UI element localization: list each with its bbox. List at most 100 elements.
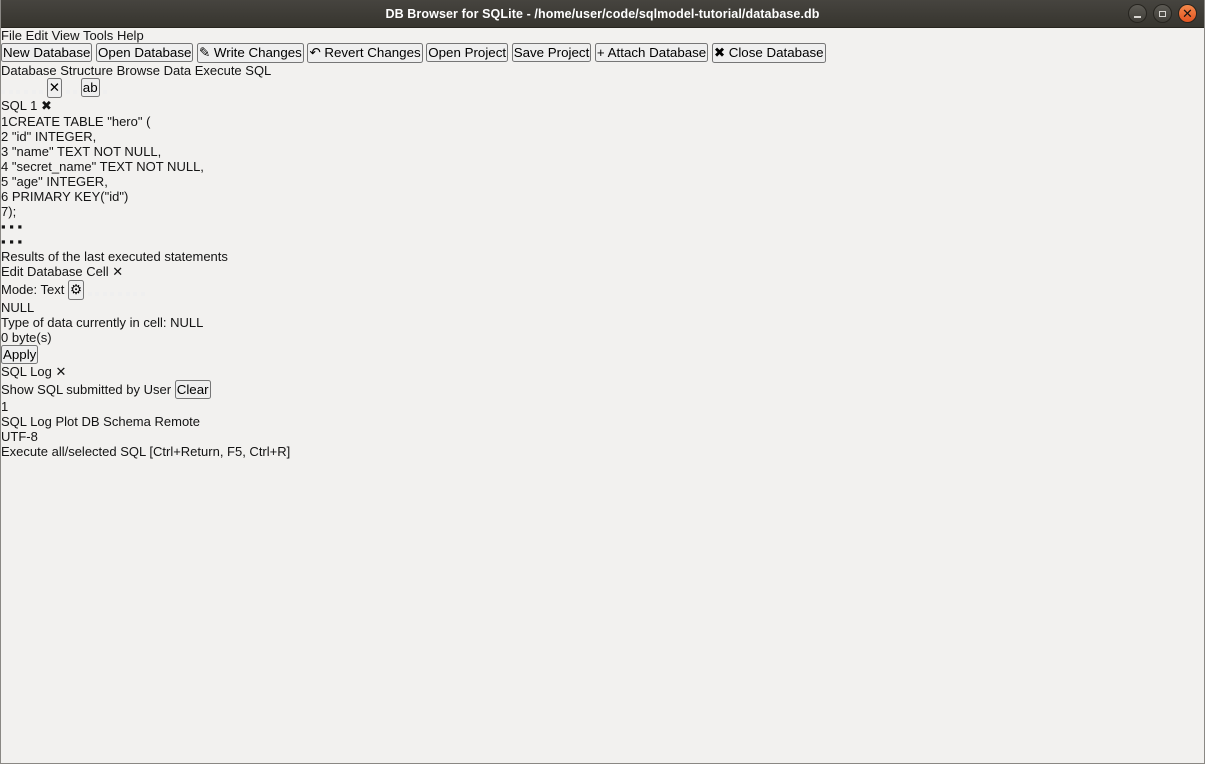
word-wrap-button[interactable]: [95, 292, 100, 296]
tooltip: Execute all/selected SQL [Ctrl+Return, F…: [1, 444, 1204, 459]
dock-tab-db-schema[interactable]: DB Schema: [82, 414, 151, 429]
menu-file[interactable]: File: [1, 28, 22, 43]
save-sql-file-button[interactable]: [16, 90, 21, 94]
execution-messages[interactable]: Results of the last executed statements: [1, 249, 1204, 264]
edit-cell-title: Edit Database Cell: [1, 264, 109, 279]
copy-button[interactable]: [102, 292, 107, 296]
menu-tools[interactable]: Tools: [83, 28, 113, 43]
execute-sql-panel: ✕ ab SQL 1 ✖ 1CREATE TABLE "hero" (2 "i…: [1, 78, 1204, 264]
show-sql-label: Show SQL submitted by: [1, 382, 140, 397]
new-database-button[interactable]: New Database: [1, 43, 93, 62]
dock-close-icon[interactable]: ✕: [112, 264, 123, 279]
sql-log-controls: Show SQL submitted by User Clear: [1, 380, 1204, 399]
execute-current-line-button[interactable]: [39, 90, 44, 94]
find-replace-button[interactable]: ab: [80, 78, 100, 97]
close-database-icon: ✖: [713, 45, 726, 60]
dock-tab-sql-log[interactable]: SQL Log: [1, 414, 52, 429]
sql-editor-line[interactable]: 3 "name" TEXT NOT NULL,: [1, 144, 1204, 159]
sql-editor-line[interactable]: 7);: [1, 204, 1204, 219]
tab-browse-data[interactable]: Browse Data: [117, 63, 191, 78]
cell-editor[interactable]: NULL: [1, 300, 1204, 315]
print-cell-button[interactable]: [140, 292, 145, 296]
maximize-icon: [1159, 10, 1166, 17]
open-sql-new-tab-button[interactable]: [1, 90, 5, 94]
gear-icon: ⚙: [70, 282, 82, 297]
sql-log-view[interactable]: 1: [1, 399, 1204, 414]
dock-close-icon[interactable]: ✕: [55, 364, 66, 379]
dock-tab-plot[interactable]: Plot: [55, 414, 77, 429]
log-filter-select[interactable]: User: [144, 382, 175, 397]
sql-code: "id" INTEGER,: [11, 129, 97, 144]
edit-cell-icon-group: [87, 282, 145, 297]
sql-editor-line[interactable]: 2 "id" INTEGER,: [1, 129, 1204, 144]
menu-help[interactable]: Help: [117, 28, 144, 43]
save-project-label: Save Project: [513, 45, 590, 60]
close-sql-tab-icon[interactable]: ✖: [41, 98, 52, 113]
open-project-label: Open Project: [428, 45, 507, 60]
set-null-button[interactable]: [133, 292, 138, 296]
menu-view[interactable]: View: [52, 28, 80, 43]
splitter-handle[interactable]: ▪ ▪ ▪: [1, 219, 1204, 234]
tab-database-structure[interactable]: Database Structure: [1, 63, 113, 78]
sql-tab-1[interactable]: SQL 1 ✖: [1, 98, 1204, 114]
write-changes-label: Write Changes: [213, 45, 302, 60]
stop-execution-button[interactable]: ✕: [46, 78, 62, 98]
sql-tab-label: SQL 1: [1, 98, 38, 113]
tab-execute-sql[interactable]: Execute SQL: [195, 63, 272, 78]
sql-code: "name" TEXT NOT NULL,: [11, 144, 162, 159]
text-mode-button[interactable]: [87, 292, 92, 296]
import-cell-button[interactable]: [118, 292, 123, 296]
dock-tabbar: SQL Log Plot DB Schema Remote: [1, 414, 1204, 429]
paste-button[interactable]: [110, 292, 115, 296]
new-database-label: New Database: [3, 45, 91, 60]
results-placeholder-text: Results of the last executed statements: [1, 249, 228, 264]
format-sql-button[interactable]: [103, 90, 108, 94]
mode-value: Text: [40, 282, 65, 297]
sql-editor-line[interactable]: 4 "secret_name" TEXT NOT NULL,: [1, 159, 1204, 174]
sql-editor-line[interactable]: 6 PRIMARY KEY("id"): [1, 189, 1204, 204]
cell-type-info: Type of data currently in cell: NULL: [1, 315, 204, 330]
close-button[interactable]: ✕: [1178, 4, 1197, 23]
dock-tab-remote[interactable]: Remote: [155, 414, 201, 429]
open-project-button[interactable]: Open Project: [426, 43, 509, 62]
sql-editor-lines: 1CREATE TABLE "hero" (2 "id" INTEGER, 3 "…: [1, 114, 1204, 219]
revert-changes-button[interactable]: ↶ Revert Changes: [307, 43, 423, 63]
apply-button[interactable]: Apply: [1, 345, 39, 364]
minimize-button[interactable]: [1128, 4, 1147, 23]
right-pane: Edit Database Cell ✕ Mode: Text ⚙ NULL T…: [1, 264, 1204, 429]
sql-code: PRIMARY KEY("id"): [11, 189, 129, 204]
mode-label: Mode:: [1, 282, 38, 297]
maximize-button[interactable]: [1153, 4, 1172, 23]
save-results-button[interactable]: [65, 90, 70, 94]
sql-editor-line[interactable]: 1CREATE TABLE "hero" (: [1, 114, 1204, 129]
attach-database-button[interactable]: + Attach Database: [594, 43, 709, 62]
print-sql-button[interactable]: [23, 90, 28, 94]
splitter-handle[interactable]: ▪ ▪ ▪: [1, 234, 1204, 249]
sql-editor[interactable]: 1CREATE TABLE "hero" (2 "id" INTEGER, 3 "…: [1, 114, 1204, 219]
auto-format-button[interactable]: ⚙: [68, 280, 84, 300]
sql-log-dock-header: SQL Log ✕: [1, 364, 1204, 380]
sql-code: "secret_name" TEXT NOT NULL,: [11, 159, 204, 174]
export-cell-button[interactable]: [125, 292, 130, 296]
encoding-indicator[interactable]: UTF-8: [1, 429, 38, 444]
titlebar[interactable]: DB Browser for SQLite - /home/user/code/…: [1, 0, 1204, 28]
write-changes-button[interactable]: ✎ Write Changes: [197, 43, 304, 63]
execute-all-button[interactable]: [31, 90, 36, 94]
close-database-button[interactable]: ✖ Close Database: [711, 43, 826, 63]
statusbar: UTF-8: [1, 429, 1204, 444]
main-area: Database Structure Browse Data Execute S…: [1, 63, 1204, 429]
sql-log-gutter: 1: [1, 399, 1204, 414]
clear-log-button[interactable]: Clear: [174, 380, 211, 399]
menubar: File Edit View Tools Help: [1, 28, 1204, 43]
menu-edit[interactable]: Edit: [26, 28, 48, 43]
sql-editor-line[interactable]: 5 "age" INTEGER,: [1, 174, 1204, 189]
mode-select[interactable]: Text: [41, 282, 68, 297]
export-results-button[interactable]: [73, 90, 78, 94]
main-tabbar: Database Structure Browse Data Execute S…: [1, 63, 1204, 78]
save-project-button[interactable]: Save Project: [511, 43, 592, 62]
open-sql-file-button[interactable]: [8, 90, 13, 94]
open-database-button[interactable]: Open Database: [96, 43, 194, 62]
sql-code: "age" INTEGER,: [11, 174, 108, 189]
find-replace-icon: ab: [82, 80, 98, 95]
sql-log-title: SQL Log: [1, 364, 52, 379]
